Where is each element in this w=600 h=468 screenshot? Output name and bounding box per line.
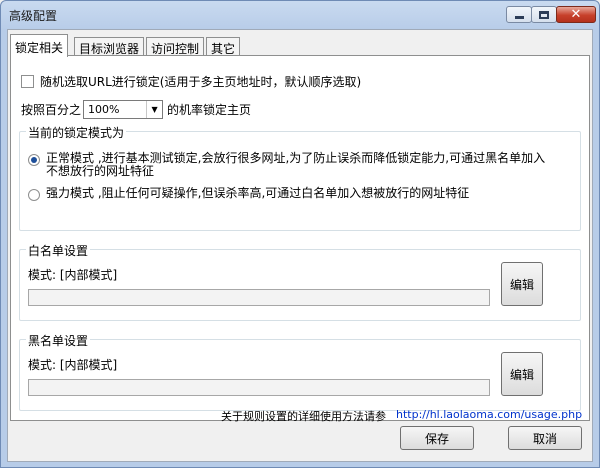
percent-prefix-label: 按照百分之 xyxy=(21,103,82,117)
percent-select-value: 100% xyxy=(88,103,120,116)
blacklist-field[interactable] xyxy=(28,379,490,396)
strong-mode-radio[interactable] xyxy=(28,189,40,201)
random-url-label: 随机选取URL进行锁定(适用于多主页地址时，默认顺序选取) xyxy=(40,75,362,89)
random-url-row: 随机选取URL进行锁定(适用于多主页地址时，默认顺序选取) xyxy=(21,73,361,90)
close-button[interactable]: ✕ xyxy=(556,6,596,23)
help-text: 关于规则设置的详细使用方法请参 xyxy=(221,410,386,423)
whitelist-edit-button[interactable]: 编辑 xyxy=(501,262,543,306)
advanced-config-window: 高级配置 ✕ 锁定相关 目标浏览器 访问控制 其它 随机选取URL进行锁定(适用… xyxy=(0,0,600,468)
minimize-button[interactable] xyxy=(506,6,532,23)
percent-select[interactable]: 100% ▼ xyxy=(83,100,164,119)
normal-mode-label: 正常模式 ,进行基本测试锁定,会放行很多网址,为了防止误杀而降低锁定能力,可通过… xyxy=(46,151,546,178)
tab-access-control[interactable]: 访问控制 xyxy=(146,37,205,56)
close-icon: ✕ xyxy=(570,7,582,22)
random-url-checkbox[interactable] xyxy=(21,75,34,88)
save-button[interactable]: 保存 xyxy=(400,426,474,450)
tab-panel-lock: 随机选取URL进行锁定(适用于多主页地址时，默认顺序选取) 按照百分之 100%… xyxy=(10,55,590,424)
blacklist-edit-button[interactable]: 编辑 xyxy=(501,352,543,396)
window-title: 高级配置 xyxy=(9,9,58,23)
lock-mode-group-title: 当前的锁定模式为 xyxy=(26,124,127,141)
whitelist-group: 白名单设置 模式: [内部模式] 编辑 xyxy=(19,242,581,321)
help-row: 关于规则设置的详细使用方法请参 http://hl.laolaoma.com/u… xyxy=(221,408,582,424)
title-bar[interactable]: 高级配置 ✕ xyxy=(1,1,599,29)
normal-mode-option[interactable]: 正常模式 ,进行基本测试锁定,会放行很多网址,为了防止误杀而降低锁定能力,可通过… xyxy=(28,152,546,178)
help-link[interactable]: http://hl.laolaoma.com/usage.php xyxy=(396,408,582,424)
window-client-area: 锁定相关 目标浏览器 访问控制 其它 随机选取URL进行锁定(适用于多主页地址时… xyxy=(7,29,593,462)
maximize-icon xyxy=(539,10,549,19)
tab-target-browser[interactable]: 目标浏览器 xyxy=(74,37,145,56)
tab-lock[interactable]: 锁定相关 xyxy=(10,34,69,57)
normal-mode-radio[interactable] xyxy=(28,154,40,166)
percent-row: 按照百分之 100% ▼ 的机率锁定主页 xyxy=(21,100,251,119)
cancel-button[interactable]: 取消 xyxy=(508,426,582,450)
blacklist-group: 黑名单设置 模式: [内部模式] 编辑 xyxy=(19,332,581,411)
blacklist-group-title: 黑名单设置 xyxy=(26,332,91,349)
minimize-icon xyxy=(514,16,524,19)
strong-mode-label: 强力模式 ,阻止任何可疑操作,但误杀率高,可通过白名单加入想被放行的网址特征 xyxy=(46,186,470,200)
whitelist-field[interactable] xyxy=(28,289,490,306)
chevron-down-icon[interactable]: ▼ xyxy=(146,101,162,118)
maximize-button[interactable] xyxy=(531,6,557,23)
blacklist-mode-label: 模式: [内部模式] xyxy=(28,358,118,372)
whitelist-mode-label: 模式: [内部模式] xyxy=(28,268,118,282)
lock-mode-group: 当前的锁定模式为 正常模式 ,进行基本测试锁定,会放行很多网址,为了防止误杀而降… xyxy=(19,124,581,231)
whitelist-group-title: 白名单设置 xyxy=(26,242,91,259)
tab-other[interactable]: 其它 xyxy=(206,37,241,56)
percent-suffix-label: 的机率锁定主页 xyxy=(167,103,252,117)
strong-mode-option[interactable]: 强力模式 ,阻止任何可疑操作,但误杀率高,可通过白名单加入想被放行的网址特征 xyxy=(28,187,546,201)
